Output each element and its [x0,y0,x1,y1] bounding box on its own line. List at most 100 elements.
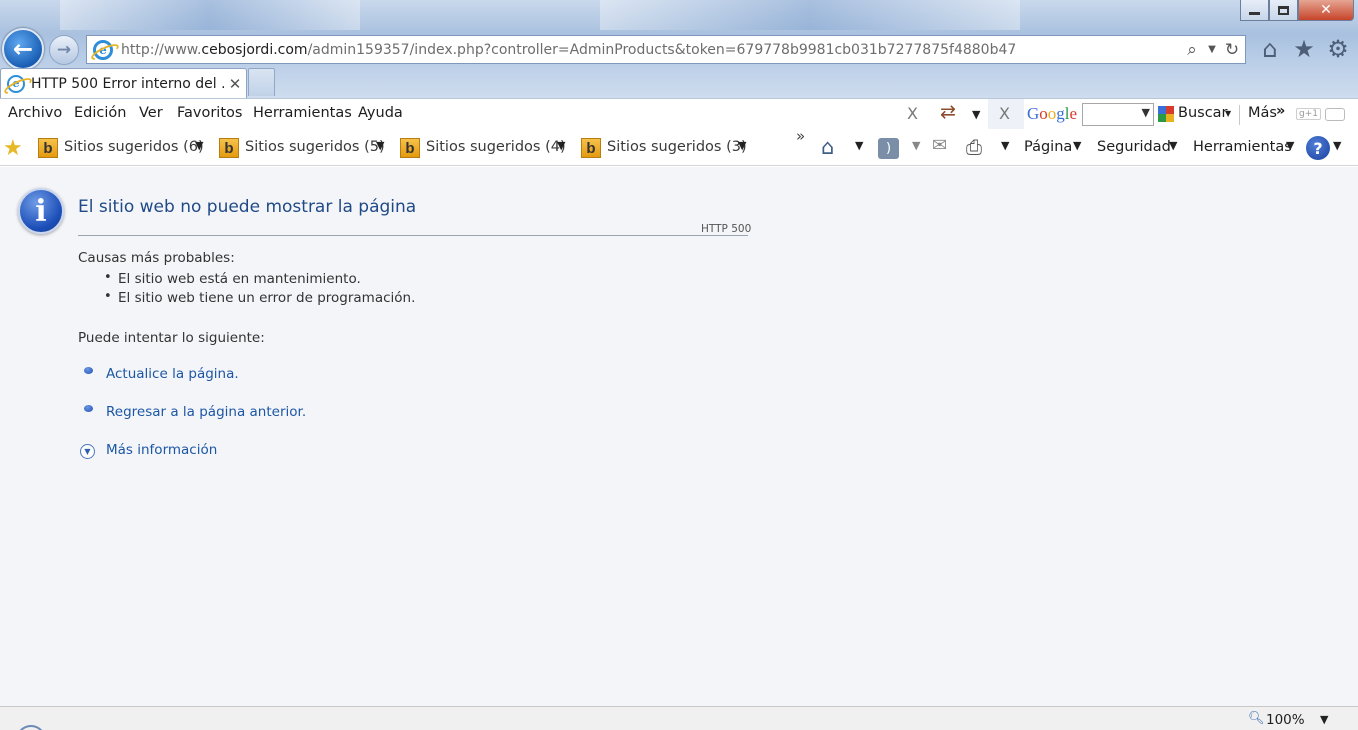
favorites-bar: ★ b Sitios sugeridos (6) ▼ b Sitios suge… [0,127,1358,166]
forward-button[interactable]: → [49,35,79,65]
menu-favoritos[interactable]: Favoritos [177,105,242,121]
minimize-button[interactable] [1240,0,1269,21]
mas-button[interactable]: Más [1248,105,1277,121]
tools-menu-button[interactable]: Herramientas [1193,139,1292,155]
zoom-level[interactable]: 100% [1266,712,1305,728]
menu-bar: Archivo Edición Ver Favoritos Herramient… [0,98,1358,130]
google-letter: o [1047,104,1057,123]
arrow-right-icon: → [56,40,72,60]
url-path: /admin159357/index.php?controller=AdminP… [307,41,1017,58]
chevron-down-icon[interactable]: ▼ [376,139,384,152]
favorites-overflow-button[interactable]: » [796,127,805,145]
google-letter: g [1056,104,1065,123]
bullet: • [104,270,112,285]
chevron-down-icon[interactable]: ▼ [1001,139,1009,152]
menu-ver[interactable]: Ver [139,105,163,121]
restore-button[interactable] [1269,0,1298,21]
expand-chevron-icon[interactable]: ▼ [80,444,95,459]
aero-decoration [600,0,1020,30]
fav-sitios-sugeridos-3[interactable]: Sitios sugeridos (3) [607,139,747,155]
chevron-down-icon[interactable]: ▼ [1286,139,1294,152]
restore-icon [1278,5,1289,15]
chevron-down-icon[interactable]: ▼ [1225,109,1231,118]
chevron-down-icon[interactable]: ▼ [1320,713,1328,726]
google-search-icon[interactable] [1158,106,1174,122]
aero-decoration [60,0,360,30]
gplus-button[interactable]: g+1 [1296,108,1321,120]
menu-archivo[interactable]: Archivo [8,105,62,121]
bing-icon: b [38,138,58,158]
google-logo: Google [1027,104,1077,124]
tab-close-icon[interactable]: ✕ [224,75,246,93]
bing-icon: b [581,138,601,158]
google-search-input[interactable]: ▼ [1082,103,1154,126]
more-info-link[interactable]: Más información [106,442,217,458]
google-buscar-button[interactable]: Buscar [1178,105,1228,121]
mail-icon[interactable]: ✉ [932,135,947,156]
bullet: • [104,289,112,304]
fav-sitios-sugeridos-6[interactable]: Sitios sugeridos (6) [64,139,204,155]
cause-item: El sitio web tiene un error de programac… [118,290,416,306]
page-title: El sitio web no puede mostrar la página [78,197,417,217]
ie-tab-icon: e [7,74,25,93]
fav-sitios-sugeridos-4[interactable]: Sitios sugeridos (4) [426,139,566,155]
browser-right-icons: ⌂ ★ ⚙ [1256,34,1352,64]
browser-title-area: ✕ ← → e http://www.cebosjordi.com/admin1… [0,0,1358,98]
close-window-button[interactable]: ✕ [1298,0,1354,21]
gear-icon[interactable]: ⚙ [1324,34,1352,64]
link-bullet-icon [84,405,93,412]
info-icon: i [18,188,64,234]
home-icon[interactable]: ⌂ [1256,34,1284,64]
print-icon[interactable]: ⎙ [966,135,982,159]
causes-heading: Causas más probables: [78,250,235,266]
menu-edicion[interactable]: Edición [74,105,126,121]
chevron-down-icon[interactable]: ▼ [972,108,980,121]
google-letter: o [1039,104,1048,123]
zoom-icon: 🔍︎ [1248,711,1265,726]
refresh-icon[interactable]: ↻ [1219,36,1245,63]
address-bar[interactable]: e http://www.cebosjordi.com/admin159357/… [86,35,1246,64]
chevron-down-icon[interactable]: ▼ [855,139,863,152]
help-icon[interactable]: ? [1306,136,1330,160]
close-toolbar-icon[interactable]: X [907,104,918,123]
page-menu-button[interactable]: Página [1024,139,1072,155]
error-page: i El sitio web no puede mostrar la págin… [0,167,1358,706]
bing-icon: b [400,138,420,158]
new-tab-button[interactable] [248,68,275,96]
tab-active[interactable]: e HTTP 500 Error interno del ... ✕ [0,68,247,98]
rss-feed-icon[interactable]: ) [878,138,899,159]
bing-icon: b [219,138,239,158]
toggle-switch[interactable] [1325,108,1345,121]
minimize-icon [1249,12,1260,15]
chevron-down-icon[interactable]: ▼ [1169,139,1177,152]
security-menu-button[interactable]: Seguridad [1097,139,1171,155]
separator [1239,105,1240,125]
menu-herramientas[interactable]: Herramientas [253,105,352,121]
chevron-down-icon[interactable]: ▼ [1333,139,1341,152]
search-icon[interactable]: ⌕ [1179,36,1205,63]
add-favorite-star-icon[interactable]: ★ [3,136,23,161]
home-icon[interactable]: ⌂ [821,135,834,159]
close-google-toolbar-icon[interactable]: X [999,104,1010,123]
chevron-down-icon[interactable]: ▼ [1142,106,1150,119]
menu-ayuda[interactable]: Ayuda [358,105,403,121]
globe-icon [16,725,46,730]
back-button[interactable]: ← [2,28,44,70]
chevron-down-icon[interactable]: ▼ [557,139,565,152]
dropdown-arrow-icon[interactable]: ▼ [1205,36,1219,63]
link-bullet-icon [84,367,93,374]
chevrons-right-icon[interactable]: » [1276,103,1285,119]
status-bar: 🔍︎ 100% ▼ [0,706,1358,730]
url-field[interactable]: http://www.cebosjordi.com/admin159357/in… [121,42,1179,58]
chevron-down-icon[interactable]: ▼ [912,139,920,152]
translate-icon[interactable]: ⇄ [940,101,956,123]
chevron-down-icon[interactable]: ▼ [1073,139,1081,152]
fav-sitios-sugeridos-5[interactable]: Sitios sugeridos (5) [245,139,385,155]
chevron-down-icon[interactable]: ▼ [195,139,203,152]
chevron-down-icon[interactable]: ▼ [738,139,746,152]
close-icon: ✕ [1320,2,1332,18]
favorites-star-icon[interactable]: ★ [1290,34,1318,64]
go-back-link[interactable]: Regresar a la página anterior. [106,404,306,420]
refresh-page-link[interactable]: Actualice la página. [106,366,239,382]
title-divider [78,235,748,236]
